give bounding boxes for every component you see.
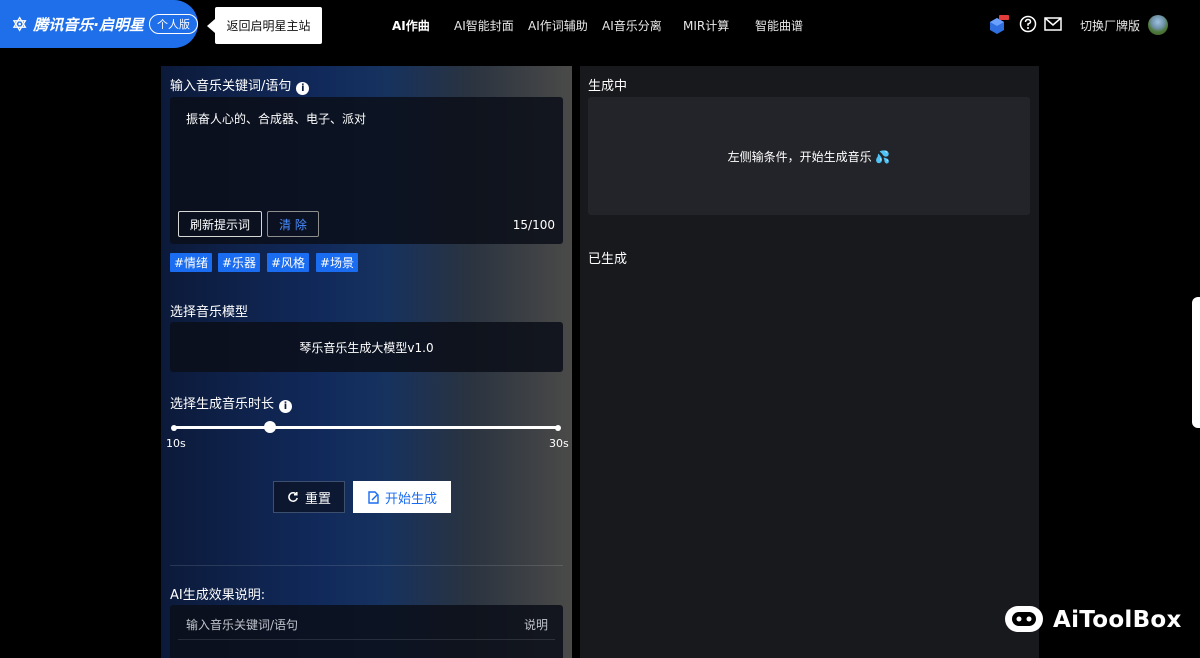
switch-label-edition[interactable]: 切换厂牌版 <box>1080 17 1140 34</box>
divider <box>170 565 563 566</box>
star-of-david-logo-icon <box>12 16 27 32</box>
slider-max-dot <box>555 425 561 431</box>
duration-label: 选择生成音乐时长 i <box>170 393 293 413</box>
keyword-label-text: 输入音乐关键词/语句 <box>170 79 292 94</box>
reset-button-label: 重置 <box>304 491 331 507</box>
nav-ai-cover[interactable]: AI智能封面 <box>454 17 514 33</box>
edition-badge: 个人版 <box>149 14 198 34</box>
char-counter: 15/100 <box>512 218 555 232</box>
watermark-text: AiToolBox <box>1053 607 1182 633</box>
nav-smart-score[interactable]: 智能曲谱 <box>755 17 803 33</box>
nav-ai-lyrics[interactable]: AI作词辅助 <box>528 17 588 33</box>
start-button-label: 开始生成 <box>384 491 437 507</box>
keyword-value[interactable]: 振奋人心的、合成器、电子、派对 <box>186 110 366 127</box>
cube-badge-icon[interactable] <box>989 14 1009 36</box>
nav-ai-separation[interactable]: AI音乐分离 <box>602 17 662 33</box>
duration-max-label: 30s <box>549 437 569 450</box>
duration-slider-thumb[interactable] <box>264 421 276 433</box>
avatar[interactable] <box>1148 15 1168 35</box>
refresh-icon <box>288 492 298 502</box>
brand-name: 腾讯音乐·启明星 <box>33 15 144 34</box>
brand-logo-link[interactable]: 腾讯音乐·启明星 个人版 <box>0 0 198 48</box>
generated-label: 已生成 <box>588 252 628 267</box>
empty-hint-text: 左侧输条件，开始生成音乐 💦 <box>727 149 891 164</box>
edit-doc-icon <box>368 490 379 504</box>
table-header-divider <box>178 639 555 640</box>
slider-min-dot <box>171 425 177 431</box>
table-header-keyword: 输入音乐关键词/语句 <box>186 618 299 632</box>
duration-min-label: 10s <box>166 437 186 450</box>
help-icon[interactable] <box>1019 15 1037 33</box>
model-label: 选择音乐模型 <box>170 305 249 320</box>
duration-slider-track[interactable] <box>174 426 558 429</box>
mail-icon[interactable] <box>1044 17 1062 31</box>
table-header-description: 说明 <box>524 618 549 632</box>
robot-logo-icon <box>1005 606 1043 632</box>
tag-emotion[interactable]: #情绪 <box>170 253 212 272</box>
tag-instrument[interactable]: #乐器 <box>218 253 260 272</box>
watermark: AiToolBox <box>1003 600 1182 640</box>
effect-description-label: AI生成效果说明: <box>170 588 266 603</box>
duration-label-text: 选择生成音乐时长 <box>170 397 275 412</box>
top-bar: 腾讯音乐·启明星 个人版 返回启明星主站 AI作曲 AI智能封面 AI作词辅助 … <box>0 0 1200 50</box>
nav-ai-compose[interactable]: AI作曲 <box>392 17 430 33</box>
side-drawer-handle[interactable] <box>1192 297 1200 428</box>
clear-button[interactable]: 清 除 <box>267 211 319 237</box>
start-generate-button[interactable]: 开始生成 <box>353 481 451 513</box>
back-to-main-site-link[interactable]: 返回启明星主站 <box>207 7 322 44</box>
nav-mir[interactable]: MIR计算 <box>683 17 729 33</box>
info-icon[interactable]: i <box>296 82 310 95</box>
keyword-label: 输入音乐关键词/语句 i <box>170 75 310 95</box>
tag-style[interactable]: #风格 <box>267 253 309 272</box>
refresh-prompt-button[interactable]: 刷新提示词 <box>178 211 262 237</box>
model-select[interactable]: 琴乐音乐生成大模型v1.0 <box>170 322 563 372</box>
keyword-textarea[interactable]: 振奋人心的、合成器、电子、派对 刷新提示词 清 除 15/100 <box>170 97 563 244</box>
generating-placeholder: 左侧输条件，开始生成音乐 💦 <box>588 97 1030 215</box>
generating-label: 生成中 <box>588 79 628 94</box>
effect-table: 输入音乐关键词/语句 说明 <box>170 605 563 658</box>
info-icon[interactable]: i <box>279 400 293 413</box>
tag-scene[interactable]: #场景 <box>316 253 358 272</box>
reset-button[interactable]: 重置 <box>273 481 345 513</box>
